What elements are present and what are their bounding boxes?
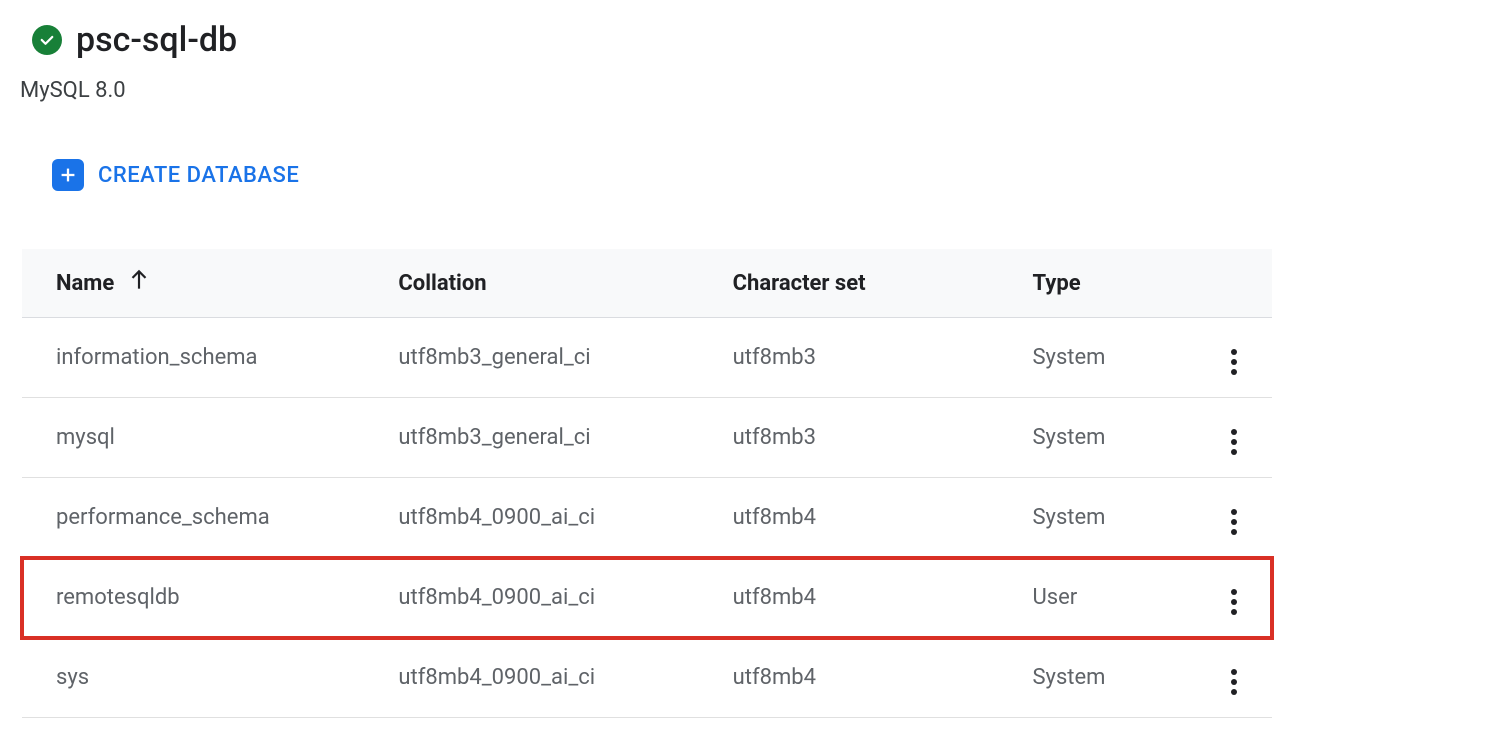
cell-type: System (998, 638, 1211, 718)
column-header-actions (1211, 249, 1272, 318)
cell-name: remotesqldb (22, 558, 364, 638)
more-actions-icon[interactable] (1221, 345, 1247, 379)
column-header-name[interactable]: Name (56, 267, 152, 299)
cell-name: information_schema (22, 318, 364, 398)
cell-charset: utf8mb4 (699, 638, 999, 718)
cell-actions (1211, 318, 1272, 398)
databases-table: Name Collation Character set Type inform… (22, 249, 1272, 718)
column-header-type[interactable]: Type (998, 249, 1211, 318)
cell-collation: utf8mb3_general_ci (364, 318, 698, 398)
sort-ascending-icon (126, 267, 152, 299)
cell-type: System (998, 478, 1211, 558)
cell-type: System (998, 398, 1211, 478)
cell-actions (1211, 638, 1272, 718)
cell-charset: utf8mb3 (699, 318, 999, 398)
cell-charset: utf8mb3 (699, 398, 999, 478)
instance-header: psc-sql-db (32, 20, 1483, 60)
column-header-name-label: Name (56, 271, 114, 296)
cell-name: performance_schema (22, 478, 364, 558)
table-row: mysqlutf8mb3_general_ciutf8mb3System (22, 398, 1272, 478)
cell-actions (1211, 478, 1272, 558)
plus-icon (52, 159, 84, 191)
more-actions-icon[interactable] (1221, 425, 1247, 459)
cell-actions (1211, 558, 1272, 638)
table-row: remotesqldbutf8mb4_0900_ai_ciutf8mb4User (22, 558, 1272, 638)
table-row: information_schemautf8mb3_general_ciutf8… (22, 318, 1272, 398)
create-database-button[interactable]: CREATE DATABASE (52, 159, 299, 191)
table-row: sysutf8mb4_0900_ai_ciutf8mb4System (22, 638, 1272, 718)
more-actions-icon[interactable] (1221, 585, 1247, 619)
instance-engine: MySQL 8.0 (20, 78, 1483, 103)
table-row: performance_schemautf8mb4_0900_ai_ciutf8… (22, 478, 1272, 558)
cell-charset: utf8mb4 (699, 558, 999, 638)
cell-collation: utf8mb4_0900_ai_ci (364, 558, 698, 638)
cell-type: User (998, 558, 1211, 638)
more-actions-icon[interactable] (1221, 505, 1247, 539)
column-header-charset[interactable]: Character set (699, 249, 999, 318)
cell-collation: utf8mb4_0900_ai_ci (364, 638, 698, 718)
column-header-collation[interactable]: Collation (364, 249, 698, 318)
create-database-label: CREATE DATABASE (98, 163, 299, 188)
status-ok-icon (32, 25, 62, 55)
more-actions-icon[interactable] (1221, 665, 1247, 699)
instance-name: psc-sql-db (76, 20, 237, 60)
cell-actions (1211, 398, 1272, 478)
cell-charset: utf8mb4 (699, 478, 999, 558)
cell-name: mysql (22, 398, 364, 478)
cell-collation: utf8mb4_0900_ai_ci (364, 478, 698, 558)
cell-name: sys (22, 638, 364, 718)
cell-type: System (998, 318, 1211, 398)
cell-collation: utf8mb3_general_ci (364, 398, 698, 478)
